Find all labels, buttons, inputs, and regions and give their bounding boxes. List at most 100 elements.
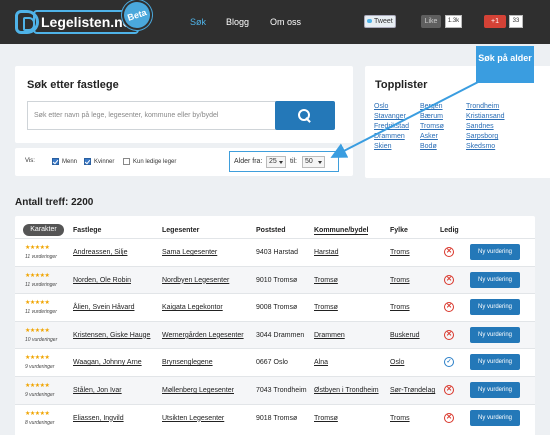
- filter-bar: Vis: Menn Kvinner Kun ledige leger Alder…: [15, 148, 353, 176]
- table-row: ★★★★★ 8 vurderinger Eliassen, Ingvild Utsik…: [15, 403, 535, 432]
- doctor-name-link[interactable]: Norden, Ole Robin: [73, 277, 131, 284]
- header-poststed[interactable]: Poststed: [256, 227, 286, 234]
- kvinner-checkbox[interactable]: [84, 158, 91, 165]
- toplist-link[interactable]: Tromsø: [420, 122, 444, 132]
- unavailable-x-icon: ✕: [444, 385, 454, 395]
- toplist-link[interactable]: Bergen: [420, 102, 444, 112]
- fylke-link[interactable]: Troms: [390, 249, 410, 256]
- til-label: til:: [290, 158, 297, 165]
- clinic-link[interactable]: Wernergården Legesenter: [162, 332, 244, 339]
- doctor-name-link[interactable]: Eliassen, Ingvild: [73, 415, 124, 422]
- unavailable-x-icon: ✕: [444, 274, 454, 285]
- toplist-link[interactable]: Bærum: [420, 112, 444, 122]
- ny-vurdering-button[interactable]: Ny vurdering: [470, 409, 520, 426]
- doctor-name-link[interactable]: Andreassen, Silje: [73, 249, 127, 256]
- fylke-link[interactable]: Buskerud: [390, 332, 420, 339]
- clinic-link[interactable]: Sama Legesenter: [162, 249, 217, 256]
- poststed: 7043 Trondheim: [256, 387, 307, 394]
- fylke-link[interactable]: Oslo: [390, 359, 404, 366]
- header-legesenter[interactable]: Legesenter: [162, 227, 199, 234]
- clinic-link[interactable]: Nordbyen Legesenter: [162, 277, 229, 284]
- search-title: Søk etter fastlege: [27, 79, 119, 91]
- ny-vurdering-button[interactable]: Ny vurdering: [470, 382, 520, 398]
- unavailable-x-icon: ✕: [444, 329, 454, 340]
- ny-vurdering-button[interactable]: Ny vurdering: [470, 299, 520, 316]
- doctor-name-link[interactable]: Kristensen, Giske Hauge: [73, 332, 150, 339]
- alder-fra-label: Alder fra:: [234, 158, 263, 165]
- toplist-link[interactable]: Stavanger: [374, 112, 409, 122]
- search-button[interactable]: [275, 101, 335, 130]
- rating-count: 11 vurderinger: [25, 309, 57, 316]
- header-ledig[interactable]: Ledig: [440, 227, 459, 234]
- search-input[interactable]: Søk etter navn på lege, legesenter, komm…: [27, 101, 277, 130]
- filter-menn[interactable]: Menn: [52, 158, 77, 165]
- poststed: 9008 Tromsø: [256, 304, 298, 312]
- toplist-link[interactable]: Drammen: [374, 132, 409, 142]
- doctor-name-link[interactable]: Waagan, Johnny Arne: [73, 359, 142, 366]
- toplist-link[interactable]: Sarpsborg: [466, 132, 505, 142]
- tweet-button[interactable]: Tweet: [364, 15, 396, 28]
- rating-count: 11 vurderinger: [25, 254, 57, 260]
- toplist-link[interactable]: Sandnes: [466, 122, 505, 132]
- header-karakter[interactable]: Karakter: [23, 224, 64, 236]
- toplist-link[interactable]: Oslo: [374, 102, 409, 112]
- table-row: ★★★★★ 11 vurderinger Norden, Ole Robin Nord…: [15, 265, 535, 294]
- rating-stars: ★★★★★: [25, 327, 50, 334]
- menn-label: Menn: [62, 159, 78, 166]
- ny-vurdering-button[interactable]: Ny vurdering: [470, 354, 520, 371]
- ny-vurdering-button[interactable]: Ny vurdering: [470, 271, 520, 288]
- kommune-link[interactable]: Tromsø: [314, 277, 338, 284]
- toplist-link[interactable]: Fredrikstad: [374, 122, 409, 132]
- toplist-link[interactable]: Trondheim: [466, 102, 505, 112]
- nav-om-oss[interactable]: Om oss: [270, 17, 301, 27]
- fylke-link[interactable]: Troms: [390, 304, 410, 311]
- header-fastlege[interactable]: Fastlege: [73, 227, 101, 234]
- doctor-name-link[interactable]: Ålien, Svein Håvard: [73, 304, 134, 311]
- gplus-count: 33: [509, 15, 523, 28]
- header-fylke[interactable]: Fylke: [390, 227, 408, 234]
- clinic-link[interactable]: Brynsenglegene: [162, 359, 213, 366]
- kommune-link[interactable]: Tromsø: [314, 415, 338, 422]
- toplist-link[interactable]: Asker: [420, 132, 444, 142]
- kvinner-label: Kvinner: [94, 159, 115, 166]
- kommune-link[interactable]: Drammen: [314, 332, 345, 339]
- gplus-button[interactable]: +1: [484, 15, 506, 28]
- toplist-link[interactable]: Bodø: [420, 142, 444, 152]
- fylke-link[interactable]: Troms: [390, 415, 410, 422]
- kommune-link[interactable]: Harstad: [314, 249, 339, 256]
- ny-vurdering-button[interactable]: Ny vurdering: [470, 326, 520, 343]
- nav-sok[interactable]: Søk: [190, 17, 206, 27]
- clinic-link[interactable]: Kaigata Legekontor: [162, 304, 223, 311]
- clinic-link[interactable]: Utsikten Legesenter: [162, 415, 224, 422]
- age-from-select[interactable]: 25: [266, 156, 286, 168]
- callout-sok-alder: Søk på alder: [476, 46, 534, 83]
- like-button[interactable]: Like: [421, 15, 441, 28]
- kommune-link[interactable]: Alna: [314, 359, 328, 366]
- menn-checkbox[interactable]: [52, 158, 59, 165]
- filter-ledige[interactable]: Kun ledige leger: [123, 158, 176, 165]
- nav-blogg[interactable]: Blogg: [226, 17, 249, 27]
- poststed: 9403 Harstad: [256, 249, 299, 256]
- clinic-link[interactable]: Møllenberg Legesenter: [162, 387, 234, 394]
- toplist-link[interactable]: Skien: [374, 142, 409, 152]
- age-to-select[interactable]: 50: [302, 156, 325, 168]
- filter-kvinner[interactable]: Kvinner: [84, 158, 114, 165]
- doctor-name-link[interactable]: Stålen, Jon Ivar: [73, 387, 122, 394]
- rating-stars: ★★★★★: [25, 272, 50, 279]
- header-kommune[interactable]: Kommune/bydel: [314, 227, 369, 235]
- unavailable-x-icon: ✕: [444, 302, 454, 313]
- fylke-link[interactable]: Sør-Trøndelag: [390, 387, 435, 394]
- toplist-link[interactable]: Kristiansand: [466, 112, 505, 122]
- ny-vurdering-button[interactable]: Ny vurdering: [470, 244, 520, 260]
- toplist-link[interactable]: Skedsmo: [466, 142, 505, 152]
- rating-count: 9 vurderinger: [25, 392, 55, 398]
- ledige-checkbox[interactable]: [123, 158, 130, 165]
- age-filter: Alder fra: 25 til: 50: [229, 151, 339, 172]
- fylke-link[interactable]: Troms: [390, 277, 410, 284]
- kommune-link[interactable]: Tromsø: [314, 304, 338, 311]
- unavailable-x-icon: ✕: [444, 412, 454, 423]
- kommune-link[interactable]: Østbyen i Trondheim: [314, 387, 379, 394]
- top-header: Legelisten.no Beta Søk Blogg Om oss Twee…: [0, 0, 550, 44]
- site-logo[interactable]: Legelisten.no: [15, 8, 140, 36]
- poststed: 9010 Tromsø: [256, 276, 298, 284]
